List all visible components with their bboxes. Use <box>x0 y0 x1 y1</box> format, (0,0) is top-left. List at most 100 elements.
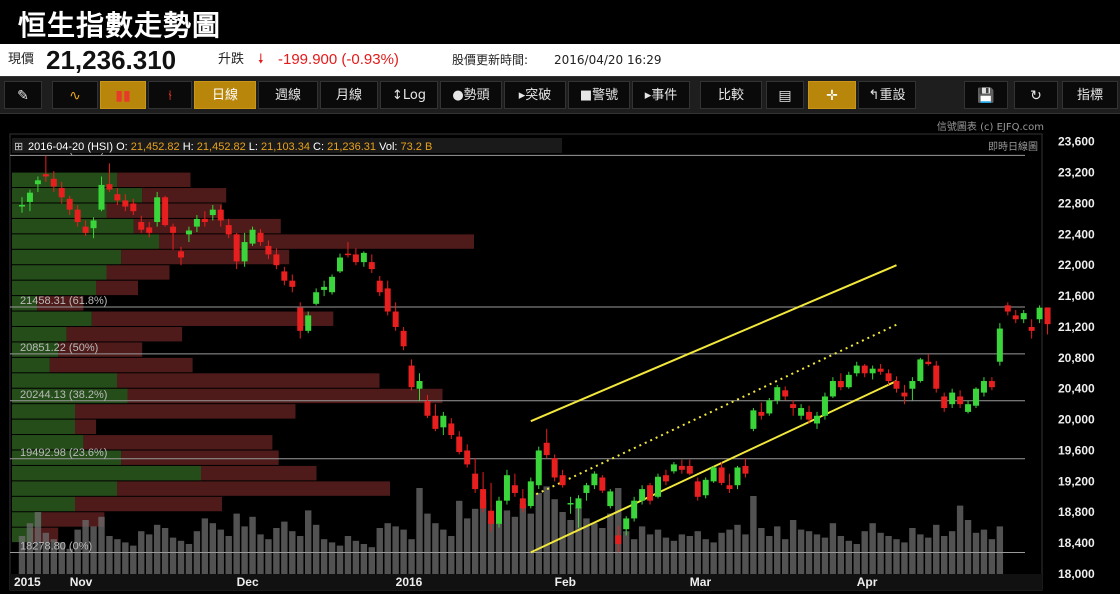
monthly-button[interactable]: 月線 <box>320 81 378 109</box>
candle-body <box>655 476 661 497</box>
candle-body <box>1028 326 1035 331</box>
log-label: Log <box>402 88 427 103</box>
candle-body <box>615 535 622 544</box>
candle-body <box>973 388 979 406</box>
candle-body <box>774 387 781 401</box>
ohlc-info-part: O: <box>116 141 131 153</box>
candle-body <box>496 500 502 524</box>
candle-body <box>273 254 280 266</box>
volume-bar <box>424 513 431 584</box>
volume-bar <box>559 512 566 584</box>
candle-body <box>1020 313 1027 320</box>
volume-profile-down <box>121 450 279 465</box>
candle-body <box>225 225 232 235</box>
volume-profile-up <box>12 496 75 512</box>
candle-body <box>631 500 638 519</box>
candle-body <box>694 481 701 497</box>
candle-body <box>726 485 733 490</box>
compare-button[interactable]: 比較 <box>700 81 762 109</box>
candle-body <box>19 205 25 207</box>
candle-body <box>297 307 304 331</box>
chart-area: 信號圖表 (c) EJFQ.com 23423.64 (100%)21458.3… <box>0 114 1120 594</box>
candle-body <box>368 262 375 270</box>
candle-body <box>432 415 439 429</box>
current-price: 21,236.310 <box>46 45 177 75</box>
expand-icon[interactable]: ▤ <box>766 81 804 109</box>
candle-body <box>829 381 836 397</box>
y-tick-label: 22,000 <box>1058 258 1095 272</box>
volume-profile-down <box>49 357 193 373</box>
trend-button[interactable]: ●勢頭 <box>440 81 502 109</box>
candle-body <box>185 230 192 235</box>
candle-body <box>344 253 351 256</box>
candle-body <box>734 467 741 486</box>
candle-body <box>988 381 995 388</box>
fib-label: 20851.22 (50%) <box>20 342 98 354</box>
quote-bar: 現價 21,236.310 升跌 🠗 -199.900 (-0.93%) 股價更… <box>0 44 1120 76</box>
candle-body <box>885 373 892 382</box>
alert-button[interactable]: ■警號 <box>568 81 630 109</box>
volume-profile-down <box>41 512 105 527</box>
candle-body <box>305 315 312 331</box>
ohlc-info-part: 73.2 B <box>401 141 433 153</box>
volume-profile-down <box>75 496 222 512</box>
candle-body <box>782 390 789 397</box>
candle-body <box>488 510 495 524</box>
candle-body <box>42 174 49 177</box>
volume-bar <box>956 505 964 584</box>
candle-body <box>511 485 518 493</box>
candle-body <box>710 467 717 482</box>
ohlc-info-part: 21,452.82 <box>197 141 249 153</box>
fib-label: 19492.98 (23.6%) <box>20 447 107 459</box>
log-scale-icon: ↕ <box>391 88 403 103</box>
candle-body <box>877 368 884 372</box>
weekly-button[interactable]: 週線 <box>258 81 318 109</box>
ohlc-chart-button[interactable]: ⫮ <box>148 81 192 109</box>
save-icon[interactable]: 💾 <box>964 81 1008 109</box>
candle-body <box>241 242 248 262</box>
y-tick-label: 20,400 <box>1058 382 1095 396</box>
volume-profile-up <box>12 326 67 342</box>
event-button[interactable]: ▸事件 <box>632 81 690 109</box>
volume-bar <box>456 500 463 584</box>
crosshair-button[interactable]: ✛ <box>808 81 856 109</box>
breakout-button[interactable]: ▸突破 <box>504 81 566 109</box>
candle-body <box>217 209 224 221</box>
candle-body <box>289 280 296 287</box>
price-label: 現價 <box>8 52 35 67</box>
daily-button[interactable]: 日線 <box>194 81 256 109</box>
volume-profile-up <box>12 311 92 326</box>
refresh-icon[interactable]: ↻ <box>1014 81 1058 109</box>
candle-body <box>106 184 113 190</box>
x-tick-label: Feb <box>555 575 576 589</box>
candle-body <box>424 401 431 416</box>
candle-body <box>337 257 343 272</box>
candle-body <box>535 450 542 486</box>
price-change: -199.900 (-0.93%) <box>278 51 399 68</box>
candle-body <box>1044 307 1051 325</box>
fib-label: 20244.13 (38.2%) <box>20 389 107 401</box>
volume-profile-down <box>75 419 96 435</box>
reset-button[interactable]: ↰重設 <box>858 81 916 109</box>
title-bar: 恒生指數走勢圖 <box>0 0 1120 44</box>
candle-body <box>790 404 797 409</box>
candle-body <box>138 222 145 230</box>
candle-body <box>249 229 256 244</box>
candle-body <box>869 368 876 374</box>
volume-profile-up <box>12 357 50 373</box>
volume-profile-up <box>12 203 107 218</box>
candlestick-chart-button[interactable]: ▮▮ <box>100 81 146 109</box>
volume-bar <box>519 504 527 584</box>
indicator-button[interactable]: 指標 <box>1062 81 1118 109</box>
candle-body <box>750 410 757 429</box>
candle-body <box>623 518 630 530</box>
log-button[interactable]: ↕Log <box>380 81 438 109</box>
line-chart-button[interactable]: ∿ <box>52 81 98 109</box>
volume-bar <box>249 516 256 584</box>
volume-profile-down <box>121 249 290 265</box>
draw-tool-button[interactable]: ✎ <box>4 81 42 109</box>
candle-body <box>480 489 487 509</box>
down-arrow-icon: 🠗 <box>258 52 264 67</box>
x-tick-label: 2015 <box>14 575 41 589</box>
candle-body <box>392 311 399 327</box>
